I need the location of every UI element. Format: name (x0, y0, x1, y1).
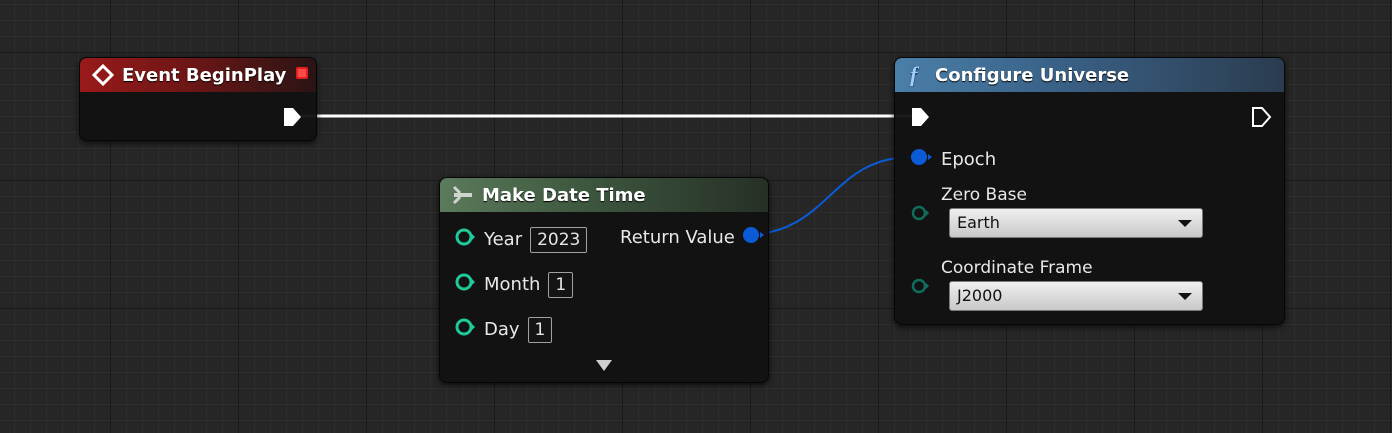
month-field[interactable]: 1 (548, 271, 574, 298)
epoch-wire[interactable] (743, 156, 913, 236)
return-value-pin[interactable] (741, 224, 765, 251)
epoch-label: Epoch (941, 149, 997, 170)
coordinate-frame-pin[interactable] (909, 275, 931, 301)
svg-text:f: f (910, 63, 920, 87)
function-f-icon: f (907, 63, 927, 87)
zero-base-label: Zero Base (941, 185, 1027, 205)
epoch-input-row: Epoch (909, 146, 996, 173)
month-pin[interactable] (454, 271, 476, 298)
zero-base-dropdown[interactable]: Earth (949, 208, 1203, 238)
delegate-pin[interactable] (296, 67, 308, 79)
zero-base-pin[interactable] (909, 202, 931, 228)
make-date-time-title: Make Date Time (482, 184, 646, 206)
day-pin[interactable] (454, 316, 476, 343)
year-pin[interactable] (454, 226, 476, 253)
pure-function-icon (452, 185, 474, 205)
chevron-down-icon (1178, 293, 1192, 300)
day-input-row: Day 1 (454, 316, 553, 343)
zero-base-value: Earth (957, 213, 1000, 232)
exec-out-pin[interactable] (281, 106, 303, 132)
make-date-time-node[interactable]: Make Date Time Year 2023 Month 1 Day 1 R… (439, 177, 769, 383)
coordinate-frame-label: Coordinate Frame (941, 258, 1093, 278)
month-input-row: Month 1 (454, 271, 574, 298)
return-value-label: Return Value (620, 227, 735, 248)
day-field[interactable]: 1 (527, 316, 553, 343)
configure-universe-node[interactable]: f Configure Universe Epoch Zero Base Ear… (894, 57, 1285, 325)
epoch-pin[interactable] (909, 146, 933, 173)
event-begin-play-header[interactable]: Event BeginPlay (80, 58, 316, 92)
event-begin-play-title: Event BeginPlay (122, 64, 287, 86)
year-label: Year (484, 229, 523, 250)
exec-in-pin[interactable] (909, 106, 931, 132)
month-label: Month (484, 274, 541, 295)
configure-universe-title: Configure Universe (935, 64, 1130, 86)
return-value-row: Return Value (620, 224, 765, 251)
event-begin-play-node[interactable]: Event BeginPlay (79, 57, 317, 141)
coordinate-frame-value: J2000 (957, 286, 1003, 305)
chevron-down-icon (1178, 220, 1192, 227)
year-field[interactable]: 2023 (530, 226, 588, 253)
year-input-row: Year 2023 (454, 226, 588, 253)
exec-then-pin[interactable] (1250, 106, 1272, 132)
event-diamond-icon (92, 64, 114, 86)
day-label: Day (484, 319, 520, 340)
configure-universe-header[interactable]: f Configure Universe (895, 58, 1284, 92)
coordinate-frame-dropdown[interactable]: J2000 (949, 281, 1203, 311)
advanced-display-toggle[interactable] (596, 360, 612, 371)
make-date-time-header[interactable]: Make Date Time (440, 178, 768, 212)
